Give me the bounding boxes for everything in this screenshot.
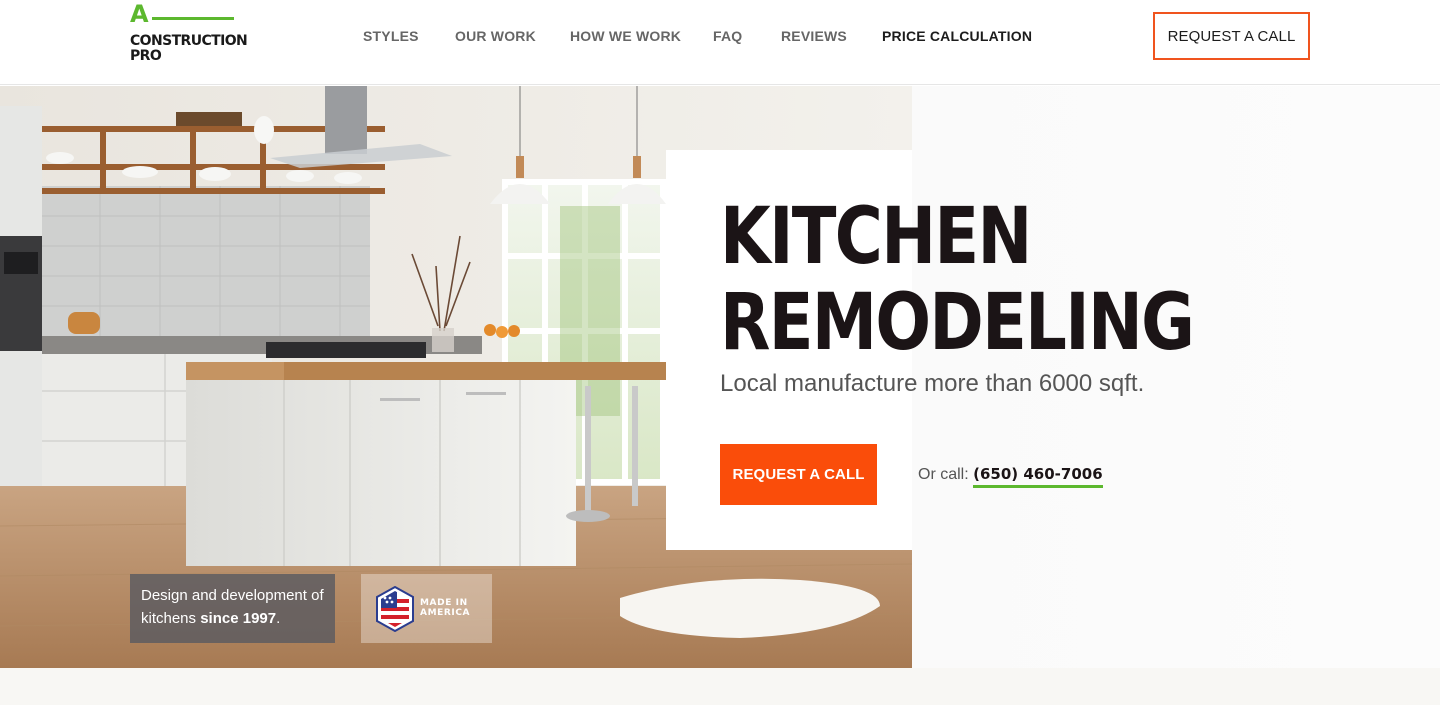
logo-line2: PRO	[130, 48, 162, 64]
or-call-label: Or call:	[918, 466, 969, 483]
logo[interactable]: A CONSTRUCTION PRO	[130, 0, 248, 66]
hero-title-line1: KITCHEN	[720, 192, 1032, 282]
america-line1: MADE IN	[420, 598, 468, 608]
site-header: A CONSTRUCTION PRO STYLES OUR WORK HOW W…	[0, 0, 1440, 85]
hero-title: KITCHEN REMODELING	[720, 192, 1195, 368]
phone-link[interactable]: (650) 460-7006	[973, 465, 1103, 488]
logo-line1: CONSTRUCTION	[130, 33, 248, 49]
since-badge-year: since 1997	[200, 610, 277, 627]
america-line2: AMERICA	[420, 608, 471, 618]
hero-request-call-button[interactable]: REQUEST A CALL	[720, 444, 877, 505]
made-in-america-badge: MADE IN AMERICA	[361, 574, 492, 643]
header-request-call-button[interactable]: REQUEST A CALL	[1153, 12, 1310, 60]
logo-text: CONSTRUCTION PRO	[130, 33, 248, 64]
hero-title-line2: REMODELING	[720, 278, 1195, 368]
usa-flag-hexagon-icon	[376, 586, 414, 632]
hero-subtitle: Local manufacture more than 6000 sqft.	[720, 370, 1145, 397]
logo-line	[152, 17, 234, 20]
hero-section: KITCHEN REMODELING Local manufacture mor…	[0, 86, 1440, 668]
or-call-line: Or call: (650) 460-7006	[918, 465, 1103, 488]
nav-reviews[interactable]: REVIEWS	[781, 28, 847, 44]
nav-price-calculation[interactable]: PRICE CALCULATION	[882, 28, 1032, 44]
since-badge-period: .	[276, 610, 281, 627]
nav-styles[interactable]: STYLES	[363, 28, 419, 44]
nav-how-we-work[interactable]: HOW WE WORK	[570, 28, 681, 44]
next-section	[0, 668, 1440, 705]
nav-faq[interactable]: FAQ	[713, 28, 742, 44]
since-badge: Design and development of kitchens since…	[130, 574, 335, 643]
nav-our-work[interactable]: OUR WORK	[455, 28, 536, 44]
made-in-america-text: MADE IN AMERICA	[420, 598, 470, 618]
logo-mark: A	[130, 0, 149, 28]
